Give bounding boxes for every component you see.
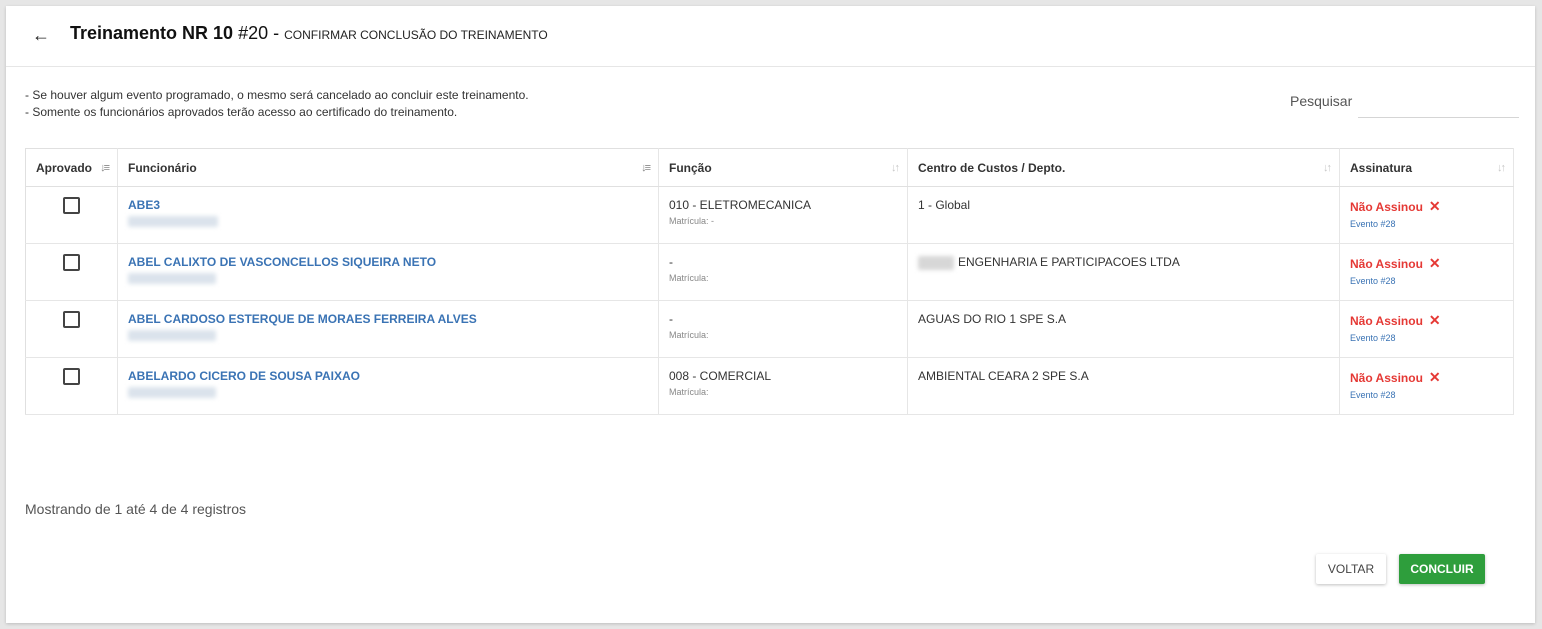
event-link[interactable]: Evento #28 — [1350, 333, 1503, 343]
function-cell: - Matrícula: — [658, 300, 908, 358]
sort-icon[interactable]: ↓↑ — [1323, 162, 1332, 174]
page-title: Treinamento NR 10 #20 - CONFIRMAR CONCLU… — [70, 23, 548, 44]
note-line: - Se houver algum evento programado, o m… — [25, 88, 529, 102]
notes: - Se houver algum evento programado, o m… — [25, 87, 529, 121]
column-header-employee[interactable]: Funcionário ↓≡ — [117, 148, 659, 187]
signature-status: Não Assinou — [1350, 371, 1423, 385]
approved-cell — [25, 186, 118, 244]
function-cell: 010 - ELETROMECANICA Matrícula: - — [658, 186, 908, 244]
signature-status: Não Assinou — [1350, 314, 1423, 328]
employee-name-link[interactable]: ABEL CARDOSO ESTERQUE DE MORAES FERREIRA… — [128, 312, 648, 326]
confirm-button[interactable]: CONCLUIR — [1399, 554, 1485, 584]
function-text: 010 - ELETROMECANICA — [669, 198, 812, 212]
table-row: ABELARDO CICERO DE SOUSA PAIXAO 008 - CO… — [25, 357, 1514, 415]
function-cell: - Matrícula: — [658, 243, 908, 301]
redacted-text — [128, 387, 216, 398]
cost-center-cell: ENGENHARIA E PARTICIPACOES LTDA — [907, 243, 1340, 301]
employee-name-link[interactable]: ABEL CALIXTO DE VASCONCELLOS SIQUEIRA NE… — [128, 255, 648, 269]
approved-checkbox[interactable] — [63, 197, 80, 214]
function-text: - — [669, 312, 673, 326]
main-card: ← Treinamento NR 10 #20 - CONFIRMAR CONC… — [6, 6, 1535, 623]
approved-checkbox[interactable] — [63, 254, 80, 271]
table-row: ABEL CALIXTO DE VASCONCELLOS SIQUEIRA NE… — [25, 243, 1514, 301]
close-icon[interactable]: ✕ — [1429, 198, 1441, 214]
function-text: 008 - COMERCIAL — [669, 369, 772, 383]
cost-center-text: AMBIENTAL CEARA 2 SPE S.A — [918, 369, 1089, 383]
sort-icon[interactable]: ↓≡ — [100, 162, 110, 174]
back-button[interactable]: VOLTAR — [1316, 554, 1386, 584]
training-number: #20 — [238, 23, 269, 43]
search-label: Pesquisar — [1290, 93, 1353, 109]
employee-name-link[interactable]: ABELARDO CICERO DE SOUSA PAIXAO — [128, 369, 648, 383]
approved-cell — [25, 300, 118, 358]
table-header-row: Aprovado ↓≡ Funcionário ↓≡ Função ↓↑ Cen… — [25, 148, 1514, 187]
cost-center-text: 1 - Global — [918, 198, 971, 212]
employee-cell: ABE3 — [117, 186, 659, 244]
cost-center-text: ENGENHARIA E PARTICIPACOES LTDA — [958, 255, 1180, 269]
cost-center-cell: 1 - Global — [907, 186, 1340, 244]
page-subtitle: CONFIRMAR CONCLUSÃO DO TREINAMENTO — [284, 28, 548, 42]
signature-status: Não Assinou — [1350, 200, 1423, 214]
signature-status: Não Assinou — [1350, 257, 1423, 271]
event-link[interactable]: Evento #28 — [1350, 219, 1503, 229]
signature-cell: Não Assinou ✕ Evento #28 — [1339, 300, 1514, 358]
title-separator: - — [273, 23, 280, 43]
training-title: Treinamento NR 10 — [70, 23, 234, 43]
signature-cell: Não Assinou ✕ Evento #28 — [1339, 243, 1514, 301]
approved-cell — [25, 243, 118, 301]
note-line: - Somente os funcionários aprovados terã… — [25, 105, 458, 119]
function-cell: 008 - COMERCIAL Matrícula: — [658, 357, 908, 415]
signature-cell: Não Assinou ✕ Evento #28 — [1339, 357, 1514, 415]
sort-icon[interactable]: ↓≡ — [641, 162, 651, 174]
registration-text: Matrícula: — [669, 387, 709, 397]
registration-text: Matrícula: — [669, 273, 709, 283]
search-input[interactable] — [1358, 88, 1519, 118]
redacted-text — [918, 255, 954, 270]
column-header-signature[interactable]: Assinatura ↓↑ — [1339, 148, 1514, 187]
employee-name-link[interactable]: ABE3 — [128, 198, 648, 212]
back-arrow-icon[interactable]: ← — [30, 24, 52, 46]
column-header-cost-center[interactable]: Centro de Custos / Depto. ↓↑ — [907, 148, 1340, 187]
column-header-approved[interactable]: Aprovado ↓≡ — [25, 148, 118, 187]
registration-text: Matrícula: — [669, 330, 709, 340]
employee-cell: ABELARDO CICERO DE SOUSA PAIXAO — [117, 357, 659, 415]
signature-cell: Não Assinou ✕ Evento #28 — [1339, 186, 1514, 244]
cost-center-text: AGUAS DO RIO 1 SPE S.A — [918, 312, 1067, 326]
close-icon[interactable]: ✕ — [1429, 255, 1441, 271]
redacted-text — [128, 330, 216, 341]
close-icon[interactable]: ✕ — [1429, 369, 1441, 385]
event-link[interactable]: Evento #28 — [1350, 390, 1503, 400]
cost-center-cell: AMBIENTAL CEARA 2 SPE S.A — [907, 357, 1340, 415]
records-info: Mostrando de 1 até 4 de 4 registros — [25, 501, 247, 517]
employees-table: Aprovado ↓≡ Funcionário ↓≡ Função ↓↑ Cen… — [25, 148, 1514, 415]
approved-checkbox[interactable] — [63, 368, 80, 385]
page-header: ← Treinamento NR 10 #20 - CONFIRMAR CONC… — [6, 6, 1535, 67]
sort-icon[interactable]: ↓↑ — [1497, 162, 1506, 174]
function-text: - — [669, 255, 673, 269]
event-link[interactable]: Evento #28 — [1350, 276, 1503, 286]
registration-text: Matrícula: - — [669, 216, 715, 226]
approved-cell — [25, 357, 118, 415]
approved-checkbox[interactable] — [63, 311, 80, 328]
employee-cell: ABEL CARDOSO ESTERQUE DE MORAES FERREIRA… — [117, 300, 659, 358]
table-row: ABE3 010 - ELETROMECANICA Matrícula: - 1… — [25, 186, 1514, 244]
sort-icon[interactable]: ↓↑ — [891, 162, 900, 174]
redacted-text — [128, 273, 216, 284]
table-row: ABEL CARDOSO ESTERQUE DE MORAES FERREIRA… — [25, 300, 1514, 358]
cost-center-cell: AGUAS DO RIO 1 SPE S.A — [907, 300, 1340, 358]
close-icon[interactable]: ✕ — [1429, 312, 1441, 328]
employee-cell: ABEL CALIXTO DE VASCONCELLOS SIQUEIRA NE… — [117, 243, 659, 301]
redacted-text — [128, 216, 218, 227]
column-header-function[interactable]: Função ↓↑ — [658, 148, 908, 187]
